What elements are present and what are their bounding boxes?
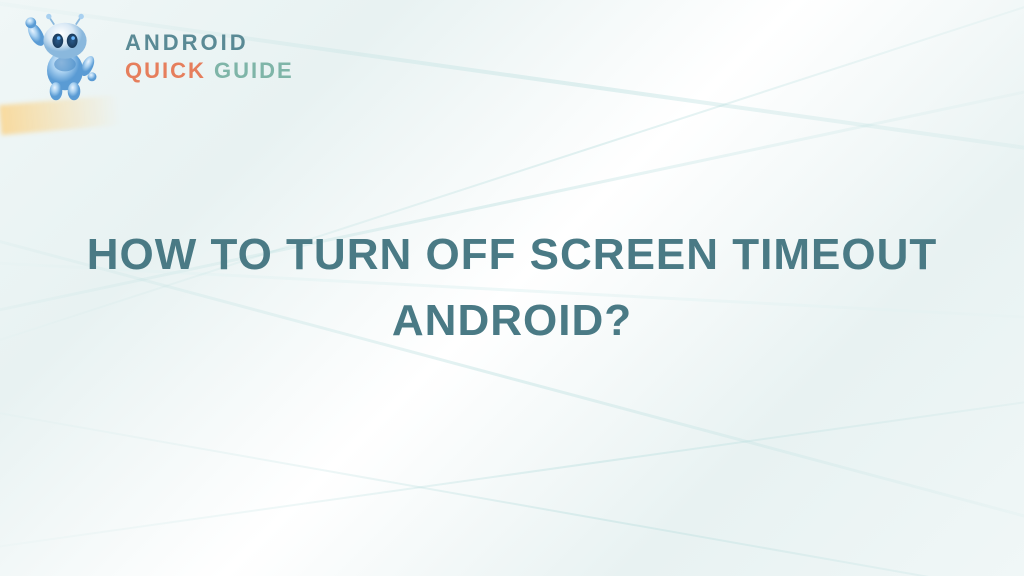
brand-name-line2: QUICK GUIDE	[125, 58, 294, 84]
header: ANDROID QUICK GUIDE	[20, 12, 294, 102]
brand-word-guide: GUIDE	[214, 58, 294, 83]
brand-name-line1: ANDROID	[125, 30, 294, 56]
article-title: HOW TO TURN OFF SCREEN TIMEOUT ANDROID?	[51, 222, 973, 354]
title-container: HOW TO TURN OFF SCREEN TIMEOUT ANDROID?	[51, 222, 973, 354]
brand-word-quick: QUICK	[125, 58, 206, 83]
robot-mascot-icon	[20, 12, 110, 102]
brand-logo-text: ANDROID QUICK GUIDE	[125, 30, 294, 84]
